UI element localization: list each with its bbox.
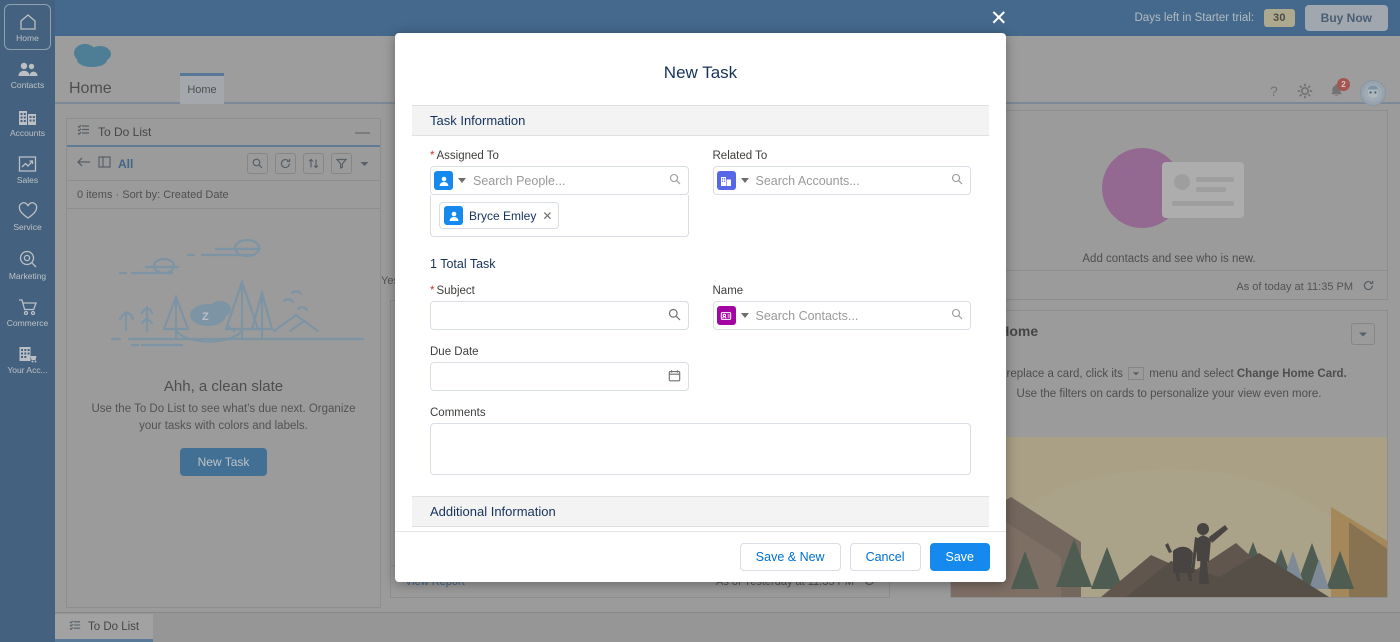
subject-input[interactable]: [430, 301, 689, 330]
chevron-down-icon[interactable]: [458, 178, 466, 183]
close-icon[interactable]: ✕: [542, 210, 552, 222]
assigned-to-pill-label: Bryce Emley: [469, 208, 537, 223]
user-icon: [444, 206, 463, 225]
chevron-down-icon[interactable]: [740, 178, 749, 183]
name-lookup[interactable]: [712, 301, 971, 330]
cancel-button[interactable]: Cancel: [849, 543, 921, 571]
search-icon: [951, 172, 963, 190]
field-name: Name: [712, 285, 971, 330]
field-related-to: Related To: [712, 150, 971, 237]
related-to-label: Related To: [712, 150, 768, 162]
section-task-information: Task Information: [412, 105, 989, 136]
assigned-to-pill-container: Bryce Emley ✕: [430, 195, 689, 237]
user-icon: [434, 171, 453, 190]
subject-label: * Subject: [430, 285, 475, 297]
new-task-modal: New Task Task Information *Assigned To: [395, 33, 1006, 582]
modal-body: Task Information * Assigned To Search Pe…: [395, 105, 1006, 531]
account-icon: [716, 171, 736, 190]
assigned-to-input[interactable]: [473, 173, 669, 188]
contact-icon: [716, 306, 736, 325]
save-button[interactable]: Save: [929, 543, 990, 571]
search-icon: [951, 307, 963, 325]
search-icon: [669, 172, 681, 190]
section-additional-information: Additional Information: [412, 496, 989, 527]
required-indicator: *: [430, 285, 435, 297]
due-date-label: Due Date: [430, 346, 479, 358]
save-and-new-button[interactable]: Save & New: [739, 543, 841, 571]
required-indicator: *: [430, 150, 435, 162]
field-assigned-to: * Assigned To Search People... Bryce Eml…: [430, 150, 689, 237]
field-due-date: Due Date: [430, 346, 689, 391]
field-subject: * Subject: [430, 285, 689, 330]
close-icon[interactable]: ✕: [990, 8, 1008, 29]
assigned-to-lookup[interactable]: [430, 166, 689, 195]
name-input[interactable]: [755, 308, 951, 323]
comments-label: Comments: [430, 407, 486, 419]
assigned-to-pill[interactable]: Bryce Emley ✕: [439, 202, 560, 229]
modal-footer: Save & New Cancel Save: [395, 531, 1006, 582]
chevron-down-icon[interactable]: [740, 313, 749, 318]
name-label: Name: [712, 285, 744, 297]
related-to-input[interactable]: [755, 173, 951, 188]
related-to-lookup[interactable]: [712, 166, 971, 195]
due-date-input[interactable]: [430, 362, 689, 391]
salesforce-app-window: Days left in Starter trial: 30 Buy Now H…: [0, 0, 1400, 642]
assigned-to-label: * Assigned To: [430, 150, 499, 162]
modal-title: New Task: [663, 63, 738, 82]
total-task-count: 1 Total Task: [430, 257, 496, 271]
comments-textarea[interactable]: [430, 423, 971, 475]
field-comments: Comments: [395, 407, 1006, 480]
